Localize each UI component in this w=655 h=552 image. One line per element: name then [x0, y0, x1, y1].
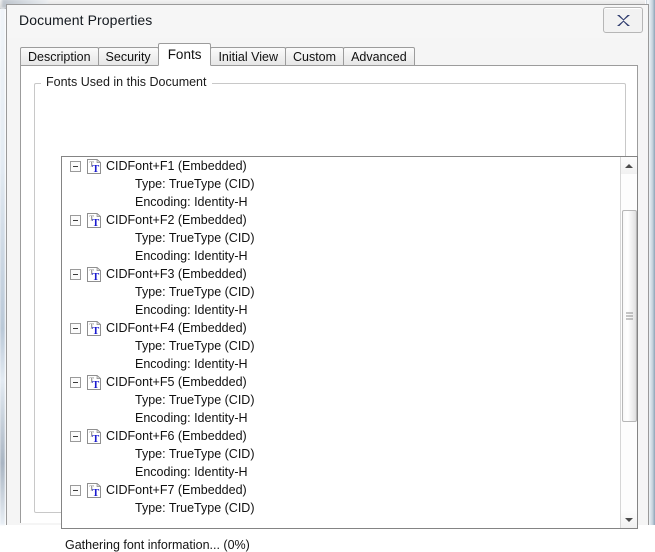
- font-tree-item[interactable]: TT CIDFont+F7 (Embedded): [62, 481, 620, 499]
- font-name-label: CIDFont+F2 (Embedded): [106, 213, 247, 227]
- collapse-minus-icon[interactable]: [70, 161, 81, 172]
- font-node: TT CIDFont+F3 (Embedded) Type: TrueType (C…: [62, 265, 620, 319]
- truetype-font-icon: TT: [87, 375, 101, 390]
- scrollbar-grip-icon: [626, 311, 633, 322]
- truetype-font-icon: TT: [87, 267, 101, 282]
- scroll-down-button[interactable]: [621, 511, 637, 528]
- font-name-label: CIDFont+F3 (Embedded): [106, 267, 247, 281]
- svg-text:T: T: [92, 217, 99, 227]
- font-node: TT CIDFont+F7 (Embedded) Type: TrueType (C…: [62, 481, 620, 517]
- font-detail-row: Encoding: Identity-H: [62, 409, 620, 427]
- collapse-minus-icon[interactable]: [70, 377, 81, 388]
- font-name-label: CIDFont+F6 (Embedded): [106, 429, 247, 443]
- truetype-font-icon: TT: [87, 213, 101, 228]
- tab-security[interactable]: Security: [98, 47, 159, 66]
- tab-fonts[interactable]: Fonts: [158, 43, 212, 66]
- font-detail-row: Type: TrueType (CID): [62, 391, 620, 409]
- collapse-minus-icon[interactable]: [70, 485, 81, 496]
- scroll-up-arrow-icon: [625, 164, 633, 168]
- scroll-up-button[interactable]: [621, 157, 637, 174]
- svg-text:T: T: [92, 271, 99, 281]
- status-text: Gathering font information... (0%): [65, 538, 250, 552]
- close-button[interactable]: [603, 7, 643, 33]
- truetype-font-icon: TT: [87, 429, 101, 444]
- page-title: Document Properties: [19, 12, 152, 28]
- scroll-down-arrow-icon: [625, 518, 633, 522]
- truetype-font-icon: TT: [87, 321, 101, 336]
- font-detail-row: Type: TrueType (CID): [62, 229, 620, 247]
- font-detail-row: Encoding: Identity-H: [62, 247, 620, 265]
- font-detail-row: Type: TrueType (CID): [62, 499, 620, 517]
- close-x-icon: [616, 14, 631, 27]
- svg-text:T: T: [92, 487, 99, 497]
- fonts-groupbox-label: Fonts Used in this Document: [41, 75, 212, 89]
- font-node: TT CIDFont+F5 (Embedded) Type: TrueType (C…: [62, 373, 620, 427]
- tab-custom[interactable]: Custom: [285, 47, 344, 66]
- font-detail-row: Type: TrueType (CID): [62, 283, 620, 301]
- collapse-minus-icon[interactable]: [70, 431, 81, 442]
- font-node: TT CIDFont+F4 (Embedded) Type: TrueType (C…: [62, 319, 620, 373]
- font-detail-row: Encoding: Identity-H: [62, 301, 620, 319]
- font-node: TT CIDFont+F1 (Embedded) Type: TrueType (C…: [62, 157, 620, 211]
- truetype-font-icon: TT: [87, 159, 101, 174]
- fonts-scrollbar[interactable]: [620, 157, 637, 528]
- font-detail-row: Type: TrueType (CID): [62, 175, 620, 193]
- collapse-minus-icon[interactable]: [70, 323, 81, 334]
- font-detail-row: Encoding: Identity-H: [62, 355, 620, 373]
- tab-description[interactable]: Description: [20, 47, 99, 66]
- svg-text:T: T: [92, 163, 99, 173]
- font-detail-row: Type: TrueType (CID): [62, 337, 620, 355]
- svg-text:T: T: [92, 325, 99, 335]
- backdrop-left-edge: [0, 8, 5, 525]
- collapse-minus-icon[interactable]: [70, 215, 81, 226]
- font-name-label: CIDFont+F1 (Embedded): [106, 159, 247, 173]
- scrollbar-thumb[interactable]: [622, 210, 637, 422]
- tab-page-fonts: Fonts Used in this Document TTCIDFont+F1…: [20, 65, 638, 523]
- dialog-title-bar: Document Properties: [7, 5, 648, 38]
- fonts-list-box[interactable]: TTCIDFont+F1 (Embedded)Type: TrueType (C…: [61, 156, 638, 529]
- svg-text:T: T: [92, 379, 99, 389]
- font-tree-item[interactable]: TT CIDFont+F1 (Embedded): [62, 157, 620, 175]
- tab-initial-view[interactable]: Initial View: [210, 47, 286, 66]
- font-tree-item[interactable]: TT CIDFont+F3 (Embedded): [62, 265, 620, 283]
- tab-strip: DescriptionSecurityFontsInitial ViewCust…: [20, 44, 414, 66]
- svg-text:T: T: [92, 433, 99, 443]
- collapse-minus-icon[interactable]: [70, 269, 81, 280]
- font-tree-item[interactable]: TT CIDFont+F2 (Embedded): [62, 211, 620, 229]
- fonts-tree: TTCIDFont+F1 (Embedded)Type: TrueType (C…: [62, 157, 620, 528]
- font-detail-row: Encoding: Identity-H: [62, 463, 620, 481]
- font-name-label: CIDFont+F4 (Embedded): [106, 321, 247, 335]
- font-tree-item[interactable]: TT CIDFont+F5 (Embedded): [62, 373, 620, 391]
- document-properties-dialog: Document Properties DescriptionSecurityF…: [6, 4, 649, 525]
- font-tree-item[interactable]: TT CIDFont+F6 (Embedded): [62, 427, 620, 445]
- font-name-label: CIDFont+F5 (Embedded): [106, 375, 247, 389]
- font-detail-row: Encoding: Identity-H: [62, 193, 620, 211]
- font-node: TT CIDFont+F6 (Embedded) Type: TrueType (C…: [62, 427, 620, 481]
- font-tree-item[interactable]: TT CIDFont+F4 (Embedded): [62, 319, 620, 337]
- truetype-font-icon: TT: [87, 483, 101, 498]
- tab-advanced[interactable]: Advanced: [343, 47, 415, 66]
- font-detail-row: Type: TrueType (CID): [62, 445, 620, 463]
- font-node: TT CIDFont+F2 (Embedded) Type: TrueType (C…: [62, 211, 620, 265]
- font-name-label: CIDFont+F7 (Embedded): [106, 483, 247, 497]
